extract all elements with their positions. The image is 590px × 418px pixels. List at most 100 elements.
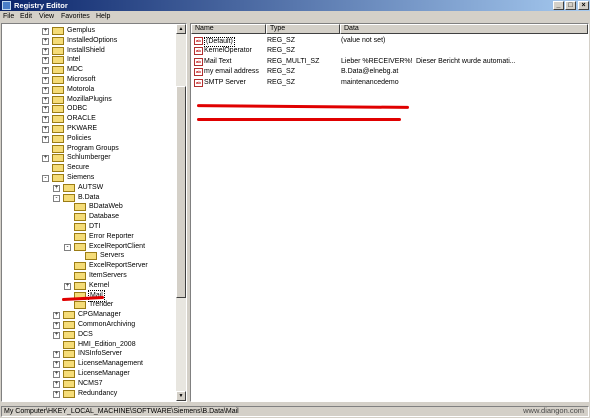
collapse-icon[interactable]: - — [53, 194, 60, 202]
minimize-button[interactable]: _ — [553, 1, 564, 10]
tree-item-label: DCS — [78, 330, 93, 338]
registry-values-pane[interactable]: Name Type Data ab (Default) REG_SZ (value n… — [190, 23, 589, 402]
folder-icon — [63, 340, 75, 349]
value-row[interactable]: ab (Default) REG_SZ (value not set) — [191, 36, 588, 47]
close-button[interactable]: × — [578, 1, 589, 10]
value-type: REG_SZ — [267, 78, 296, 86]
value-row[interactable]: ab my email address REG_SZ B.Data@elnebg.at — [191, 67, 588, 77]
expand-icon[interactable]: + — [42, 155, 49, 163]
expand-icon[interactable]: + — [53, 351, 60, 359]
expand-icon[interactable]: + — [53, 184, 60, 192]
value-type: REG_SZ — [267, 68, 296, 76]
tree-item-label: Gemplus — [67, 27, 96, 34]
expand-icon[interactable]: + — [42, 116, 49, 124]
tree-item-label: Intel — [67, 56, 81, 64]
tree-vertical-scrollbar[interactable]: ▲ ▼ — [176, 24, 186, 401]
folder-icon — [74, 301, 86, 310]
expand-icon[interactable]: + — [53, 361, 60, 369]
folder-icon — [74, 203, 86, 212]
expand-icon[interactable]: + — [42, 96, 49, 104]
value-row[interactable]: ab Mail Text REG_MULTI_SZ Lieber %RECEIVER%… — [191, 57, 588, 67]
value-name: Mail Text — [204, 57, 232, 65]
menu-file[interactable]: File — [3, 12, 14, 22]
scroll-thumb[interactable] — [176, 86, 186, 298]
expand-icon[interactable]: + — [42, 86, 49, 94]
menu-favorites[interactable]: Favorites — [61, 12, 90, 22]
folder-icon — [63, 360, 75, 369]
tree-item-label: DTI — [89, 223, 101, 230]
expand-icon[interactable]: + — [42, 57, 49, 65]
expand-icon[interactable]: + — [42, 77, 49, 84]
folder-icon — [74, 262, 86, 271]
folder-icon — [63, 321, 75, 329]
tree-item-label: Policies — [67, 134, 92, 142]
scroll-up-arrow-icon[interactable]: ▲ — [176, 24, 186, 34]
column-header-type[interactable]: Type — [266, 24, 340, 34]
folder-icon — [63, 193, 75, 202]
tree-item-label: Siemens — [67, 174, 95, 181]
column-header-name[interactable]: Name — [191, 24, 266, 34]
tree-item-label: ODBC — [67, 105, 88, 113]
folder-icon — [52, 154, 64, 163]
folder-icon — [74, 213, 86, 222]
tree-item-label: Program Groups — [67, 144, 119, 152]
folder-icon — [85, 252, 97, 261]
folder-icon — [52, 144, 64, 153]
collapse-icon[interactable]: - — [42, 175, 49, 182]
expand-icon[interactable]: + — [42, 126, 49, 133]
value-name: KernelOperator — [204, 47, 252, 55]
value-data: Lieber %RECEIVER%! — [341, 57, 413, 65]
status-bar: My Computer\HKEY_LOCAL_MACHINE\SOFTWARE\… — [0, 404, 590, 418]
status-path: My Computer\HKEY_LOCAL_MACHINE\SOFTWARE\… — [1, 406, 589, 417]
expand-icon[interactable]: + — [53, 390, 60, 398]
value-type: REG_SZ — [267, 47, 296, 55]
tree-item-label: MDC — [67, 66, 83, 74]
registry-editor-app-icon — [2, 1, 11, 10]
tree-item-label: LicenseManagement — [78, 360, 143, 368]
folder-icon — [52, 56, 64, 65]
tree-item-label: CommonArchiving — [78, 321, 136, 328]
expand-icon[interactable]: + — [53, 371, 60, 378]
tree-item-label: Schlumberger — [67, 154, 111, 162]
expand-icon[interactable]: + — [42, 67, 49, 75]
expand-icon[interactable]: + — [53, 312, 60, 320]
folder-icon — [52, 134, 64, 143]
expand-icon[interactable]: + — [42, 37, 49, 45]
expand-icon[interactable]: + — [42, 135, 49, 143]
annotation-underline-smtp — [197, 118, 401, 121]
column-header-data[interactable]: Data — [340, 24, 588, 34]
tree-item-label: Redundancy — [78, 389, 118, 397]
expand-icon[interactable]: + — [42, 106, 49, 114]
menu-edit[interactable]: Edit — [20, 12, 32, 22]
scroll-down-arrow-icon[interactable]: ▼ — [176, 391, 186, 401]
folder-icon — [63, 183, 75, 192]
collapse-icon[interactable]: - — [64, 243, 71, 251]
menu-view[interactable]: View — [39, 12, 54, 22]
folder-icon — [63, 370, 75, 378]
tree-item-label: Kernel — [89, 281, 110, 289]
tree-item-label: Motorola — [67, 85, 95, 93]
menu-help[interactable]: Help — [96, 12, 110, 22]
folder-icon — [74, 242, 86, 251]
expand-icon[interactable]: + — [53, 331, 60, 339]
editor-client-area: ▲ ▼ + Gemplus + InstalledOptions + InstallShi… — [1, 23, 589, 402]
folder-icon — [52, 95, 64, 104]
expand-icon[interactable]: + — [64, 282, 71, 290]
watermark: www.diangon.com — [523, 406, 584, 415]
expand-icon[interactable]: + — [53, 322, 60, 329]
value-data: (value not set) — [341, 37, 386, 44]
tree-item-label: Database — [89, 213, 119, 221]
menu-bar: File Edit View Favorites Help — [0, 11, 590, 23]
value-row[interactable]: ab KernelOperator REG_SZ — [191, 46, 588, 56]
maximize-button[interactable]: □ — [565, 1, 576, 10]
folder-icon — [63, 311, 75, 320]
registry-tree-pane[interactable]: ▲ ▼ + Gemplus + InstalledOptions + InstallShi… — [1, 23, 187, 402]
title-bar: Registry Editor _ □ × — [0, 0, 590, 11]
expand-icon[interactable]: + — [42, 28, 49, 35]
string-value-icon: ab — [194, 68, 203, 77]
expand-icon[interactable]: + — [42, 47, 49, 55]
expand-icon[interactable]: + — [53, 380, 60, 388]
value-row[interactable]: ab SMTP Server REG_SZ maintenancedemo — [191, 78, 588, 88]
folder-icon — [74, 272, 86, 280]
tree-item-label: MozillaPlugins — [67, 95, 112, 103]
